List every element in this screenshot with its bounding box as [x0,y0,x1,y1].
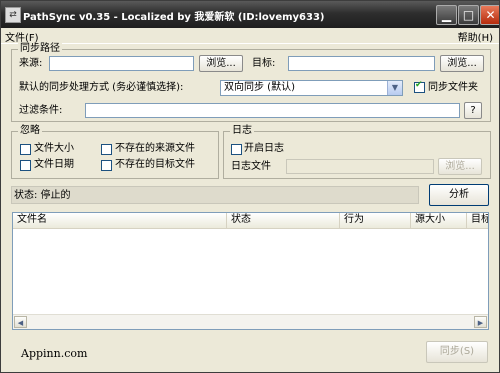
ignore-missing-target-checkbox[interactable] [101,160,112,171]
ignore-group: 忽略 [11,125,219,179]
enable-log-checkbox[interactable] [231,144,242,155]
ignore-missing-source-label: 不存在的来源文件 [115,143,195,154]
enable-log-label: 开启日志 [244,143,284,154]
column-target[interactable]: 目标 [467,213,488,228]
brand-text: Appinn.com [21,347,88,360]
menu-bar: 文件(F) 帮助(H) [1,28,499,44]
sync-mode-select[interactable]: 双向同步 (默认) ▼ [220,80,403,96]
ignore-file-date-label: 文件日期 [34,159,74,170]
status-text: 状态: 停止的 [14,190,71,201]
filter-input[interactable] [85,103,460,118]
menu-help[interactable]: 帮助(H) [458,29,493,44]
pathsync-window: ⇄ PathSync v0.35 - Localized by 我爱新软 (ID… [0,0,500,373]
source-input[interactable] [49,56,194,71]
sync-mode-value: 双向同步 (默认) [224,82,295,93]
sync-folders-checkbox[interactable] [414,80,425,93]
log-browse-button[interactable]: 浏览... [438,158,482,175]
log-file-label: 日志文件 [231,161,271,172]
filter-label: 过滤条件: [19,105,63,116]
file-list-header: 文件名 状态 行为 源大小 目标 [13,213,488,229]
ignore-file-size-label: 文件大小 [34,143,74,154]
sync-button[interactable]: 同步(S) [426,341,488,363]
ignore-title: 忽略 [18,125,42,137]
log-file-input[interactable] [286,159,434,174]
source-browse-button[interactable]: 浏览... [199,55,243,72]
target-browse-button[interactable]: 浏览... [440,55,484,72]
close-button[interactable]: ✕ [480,5,499,25]
target-input[interactable] [288,56,435,71]
target-label: 目标: [252,58,276,69]
ignore-file-size-checkbox[interactable] [20,144,31,155]
column-status[interactable]: 状态 [227,213,340,228]
app-icon: ⇄ [5,7,21,23]
maximize-button[interactable]: □ [458,5,479,25]
ignore-missing-target-label: 不存在的目标文件 [115,159,195,170]
minimize-button[interactable]: ▁ [436,5,457,25]
filter-help-button[interactable]: ? [464,102,482,119]
scroll-left-icon[interactable]: ◀ [14,316,27,328]
title-bar[interactable]: ⇄ PathSync v0.35 - Localized by 我爱新软 (ID… [1,1,499,28]
sync-paths-title: 同步路径 [18,43,62,55]
chevron-down-icon[interactable]: ▼ [387,81,402,95]
file-list[interactable]: 文件名 状态 行为 源大小 目标 ◀ ▶ [12,212,489,330]
column-action[interactable]: 行为 [340,213,411,228]
column-filename[interactable]: 文件名 [13,213,227,228]
sync-folders-label: 同步文件夹 [428,82,478,93]
horizontal-scrollbar[interactable]: ◀ ▶ [13,314,488,329]
ignore-missing-source-checkbox[interactable] [101,144,112,155]
window-title: PathSync v0.35 - Localized by 我爱新软 (ID:l… [23,12,325,23]
column-source-size[interactable]: 源大小 [411,213,467,228]
menu-file[interactable]: 文件(F) [5,29,39,44]
ignore-file-date-checkbox[interactable] [20,160,31,171]
analyze-button[interactable]: 分析 [429,184,489,206]
sync-mode-label: 默认的同步处理方式 (务必谨慎选择): [19,82,184,93]
source-label: 来源: [19,58,43,69]
status-bar: 状态: 停止的 [11,186,419,204]
scroll-right-icon[interactable]: ▶ [474,316,487,328]
log-title: 日志 [230,125,254,137]
